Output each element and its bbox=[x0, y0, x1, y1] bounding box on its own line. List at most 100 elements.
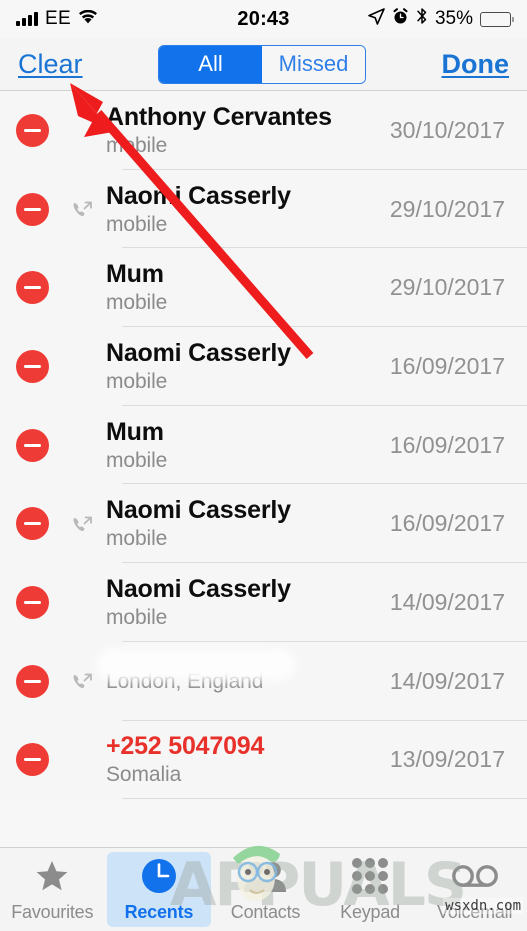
call-row-text: Mum mobile bbox=[102, 418, 390, 473]
call-name: Mum bbox=[106, 260, 164, 289]
call-date: 14/09/2017 bbox=[389, 588, 505, 615]
done-button[interactable]: Done bbox=[442, 49, 510, 80]
call-row-text: Mum mobile bbox=[102, 260, 390, 315]
minus-circle-icon[interactable] bbox=[15, 113, 49, 147]
call-subtitle: Somalia bbox=[106, 763, 182, 787]
call-row-text: Naomi Casserly mobile bbox=[102, 182, 390, 237]
call-list-row[interactable]: +252 5047094 Somalia 13/09/2017 bbox=[0, 720, 527, 800]
call-list-row[interactable]: London, England 14/09/2017 bbox=[0, 641, 527, 721]
tab-voicemail[interactable]: Voicemail bbox=[422, 848, 527, 931]
tab-favourites[interactable]: Favourites bbox=[0, 848, 105, 931]
call-date: 29/10/2017 bbox=[389, 274, 505, 301]
call-direction-placeholder bbox=[64, 430, 102, 460]
call-filter-segmented-control[interactable]: All Missed bbox=[158, 44, 367, 84]
call-subtitle: mobile bbox=[106, 212, 168, 236]
minus-circle-icon[interactable] bbox=[15, 664, 49, 698]
call-row-text: Naomi Casserly mobile bbox=[102, 575, 390, 630]
call-direction-placeholder bbox=[64, 273, 102, 303]
call-list-row[interactable]: Mum mobile 29/10/2017 bbox=[0, 248, 527, 328]
call-subtitle: mobile bbox=[106, 448, 168, 472]
delete-call-button[interactable] bbox=[0, 507, 64, 541]
minus-circle-icon[interactable] bbox=[15, 507, 49, 541]
call-name: Naomi Casserly bbox=[106, 496, 291, 525]
delete-call-button[interactable] bbox=[0, 664, 64, 698]
status-bar: EE 20:43 35% bbox=[0, 0, 527, 38]
delete-call-button[interactable] bbox=[0, 192, 64, 226]
delete-call-button[interactable] bbox=[0, 743, 64, 777]
nav-bar: Clear All Missed Done bbox=[0, 38, 527, 91]
segment-missed[interactable]: Missed bbox=[262, 45, 366, 83]
minus-circle-icon[interactable] bbox=[15, 428, 49, 462]
call-name: +252 5047094 bbox=[106, 732, 265, 761]
call-list-row[interactable]: Anthony Cervantes mobile 30/10/2017 bbox=[0, 91, 527, 170]
battery-percent-label: 35% bbox=[434, 8, 473, 29]
tab-keypad[interactable]: Keypad bbox=[318, 848, 423, 931]
delete-call-button[interactable] bbox=[0, 428, 64, 462]
call-direction-placeholder bbox=[64, 351, 102, 381]
call-date: 14/09/2017 bbox=[389, 667, 505, 694]
call-date: 29/10/2017 bbox=[389, 195, 505, 222]
alarm-clock-icon bbox=[392, 7, 409, 31]
call-list-row[interactable]: Naomi Casserly mobile 29/10/2017 bbox=[0, 169, 527, 249]
call-row-text: Naomi Casserly mobile bbox=[102, 496, 390, 551]
call-direction-placeholder bbox=[64, 745, 102, 775]
tab-recents[interactable]: Recents bbox=[106, 852, 212, 927]
minus-circle-icon[interactable] bbox=[15, 585, 49, 619]
star-icon bbox=[34, 856, 70, 896]
row-separator bbox=[122, 798, 527, 800]
call-name: Naomi Casserly bbox=[106, 574, 291, 603]
call-list-row[interactable]: Naomi Casserly mobile 14/09/2017 bbox=[0, 563, 527, 642]
call-list-row[interactable]: Naomi Casserly mobile 16/09/2017 bbox=[0, 484, 527, 564]
outgoing-call-icon bbox=[64, 194, 102, 224]
tab-label: Keypad bbox=[340, 902, 400, 922]
delete-call-button[interactable] bbox=[0, 113, 64, 147]
call-direction-placeholder bbox=[64, 115, 102, 145]
people-icon bbox=[243, 856, 287, 896]
tab-label: Voicemail bbox=[437, 902, 513, 922]
call-date: 16/09/2017 bbox=[389, 510, 505, 537]
call-date: 16/09/2017 bbox=[389, 352, 505, 379]
call-name: Anthony Cervantes bbox=[106, 102, 332, 131]
call-list-row[interactable]: Mum mobile 16/09/2017 bbox=[0, 405, 527, 485]
call-row-text: Naomi Casserly mobile bbox=[102, 339, 390, 394]
call-direction-placeholder bbox=[64, 587, 102, 617]
call-subtitle: mobile bbox=[106, 605, 168, 629]
phone-screen: EE 20:43 35% Clear All Missed Done Antho… bbox=[0, 0, 527, 931]
call-list-row[interactable]: Naomi Casserly mobile 16/09/2017 bbox=[0, 327, 527, 406]
call-date: 13/09/2017 bbox=[389, 746, 505, 773]
redaction-blob bbox=[96, 647, 296, 681]
bluetooth-icon bbox=[416, 7, 428, 31]
voicemail-icon bbox=[451, 856, 498, 896]
call-name: Naomi Casserly bbox=[106, 338, 291, 367]
call-row-text: +252 5047094 Somalia bbox=[102, 732, 390, 787]
call-subtitle: mobile bbox=[106, 291, 168, 315]
tab-label: Recents bbox=[124, 902, 194, 922]
call-name: Naomi Casserly bbox=[106, 181, 291, 210]
outgoing-call-icon bbox=[64, 509, 102, 539]
call-subtitle: mobile bbox=[106, 369, 168, 393]
clear-button[interactable]: Clear bbox=[18, 49, 83, 80]
call-subtitle: mobile bbox=[106, 133, 168, 157]
segment-all[interactable]: All bbox=[159, 45, 263, 83]
recents-call-list[interactable]: Anthony Cervantes mobile 30/10/2017 Naomi C… bbox=[0, 91, 527, 800]
minus-circle-icon[interactable] bbox=[15, 271, 49, 305]
call-date: 30/10/2017 bbox=[389, 116, 505, 143]
location-arrow-icon bbox=[368, 7, 385, 31]
delete-call-button[interactable] bbox=[0, 271, 64, 305]
minus-circle-icon[interactable] bbox=[15, 192, 49, 226]
tab-label: Favourites bbox=[11, 902, 94, 922]
status-bar-right: 35% bbox=[368, 7, 514, 31]
delete-call-button[interactable] bbox=[0, 585, 64, 619]
keypad-dots-icon bbox=[351, 856, 389, 896]
call-name: Mum bbox=[106, 417, 164, 446]
tab-label: Contacts bbox=[230, 902, 301, 922]
delete-call-button[interactable] bbox=[0, 349, 64, 383]
call-subtitle: mobile bbox=[106, 527, 168, 551]
battery-icon bbox=[480, 11, 514, 27]
tab-contacts[interactable]: Contacts bbox=[213, 848, 318, 931]
tab-bar[interactable]: Favourites Recents Contacts Keypad Voicemail bbox=[0, 847, 527, 931]
minus-circle-icon[interactable] bbox=[15, 349, 49, 383]
minus-circle-icon[interactable] bbox=[15, 743, 49, 777]
clock-icon bbox=[140, 856, 178, 896]
call-date: 16/09/2017 bbox=[389, 431, 505, 458]
